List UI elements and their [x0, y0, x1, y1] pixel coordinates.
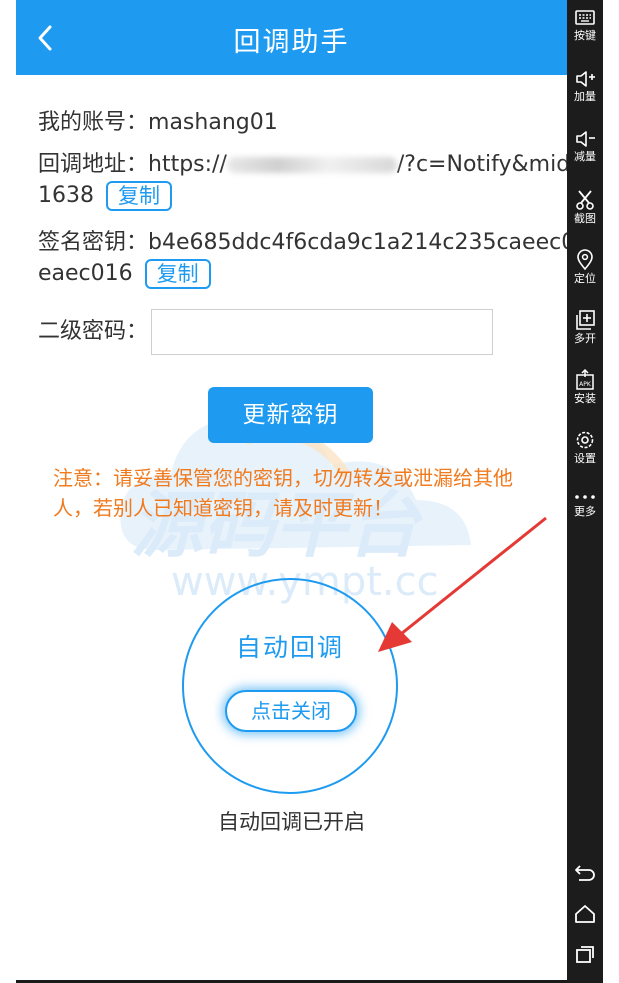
location-icon [577, 249, 593, 271]
callback-url-line1: 回调地址：https:// /?c=Notify&mid= [38, 149, 567, 180]
account-label: 我的账号： [38, 110, 149, 135]
signature-label: 签名密钥： [38, 230, 149, 255]
phone-frame: 回调助手 源码平台 www.ympt.cc 我的账号：mashang01 回调地… [0, 0, 619, 983]
outer-margin-right [603, 0, 619, 983]
callback-prefix: https:// [148, 152, 227, 177]
outer-margin-left [0, 0, 16, 983]
secondary-password-label: 二级密码： [38, 319, 149, 344]
nav-multi-open-label: 多开 [574, 332, 596, 345]
callback-line2: 1638 [38, 183, 94, 208]
system-home-button[interactable] [567, 903, 603, 925]
nav-keyboard-label: 按键 [574, 29, 596, 42]
auto-callback-title: 自动回调 [235, 633, 344, 662]
notice-text: 注意：请妥善保管您的密钥，切勿转发或泄漏给其他人，若别人已知道密钥，请及时更新！ [53, 466, 513, 520]
apk-install-icon: APK [576, 369, 594, 390]
copy-callback-button[interactable]: 复制 [106, 181, 172, 211]
nav-volume-down[interactable]: 减量 [567, 129, 603, 164]
close-auto-callback-button[interactable]: 点击关闭 [225, 690, 357, 732]
recents-icon [576, 946, 594, 963]
redacted-domain [226, 157, 397, 173]
app-screen: 回调助手 源码平台 www.ympt.cc 我的账号：mashang01 回调地… [16, 0, 567, 980]
nav-settings[interactable]: 设置 [567, 429, 603, 466]
callback-url-line2: 1638 复制 [38, 180, 172, 211]
back-icon [575, 865, 595, 881]
nav-multi-open[interactable]: 多开 [567, 309, 603, 346]
nav-volume-up-label: 加量 [574, 90, 596, 103]
auto-callback-panel: 自动回调 点击关闭 [182, 578, 398, 794]
copy-signature-button[interactable]: 复制 [144, 259, 211, 289]
signature-line2-value: eaec016 [38, 261, 133, 286]
nav-keyboard[interactable]: 按键 [567, 8, 603, 43]
account-value: mashang01 [148, 110, 278, 135]
nav-volume-down-label: 减量 [574, 150, 596, 163]
emulator-sidebar: 按键 加量 减量 截图 定位 多开 APK 安装 设置 更多 [567, 0, 603, 983]
nav-install-label: 安装 [574, 392, 596, 405]
secondary-password-input[interactable] [151, 309, 493, 355]
scissors-icon [576, 190, 594, 210]
nav-screenshot-label: 截图 [574, 212, 596, 225]
system-recents-button[interactable] [567, 943, 603, 965]
nav-more-label: 更多 [574, 505, 596, 518]
nav-screenshot[interactable]: 截图 [567, 189, 603, 226]
page-title: 回调助手 [233, 27, 350, 58]
nav-more[interactable]: 更多 [567, 490, 603, 519]
update-key-button[interactable]: 更新密钥 [208, 387, 373, 443]
signature-line1: 签名密钥：b4e685ddc4f6cda9c1a214c235caeec03 [38, 227, 567, 258]
signature-value: b4e685ddc4f6cda9c1a214c235caeec03 [148, 230, 567, 255]
auto-callback-status: 自动回调已开启 [218, 810, 365, 834]
nav-install[interactable]: APK 安装 [567, 369, 603, 406]
callback-label: 回调地址： [38, 152, 149, 177]
home-icon [575, 905, 595, 923]
multi-window-icon [576, 310, 595, 330]
keyboard-icon [575, 10, 595, 25]
nav-location-label: 定位 [574, 272, 596, 285]
signature-line2: eaec016 复制 [38, 258, 211, 289]
account-row: 我的账号：mashang01 [38, 107, 278, 138]
volume-down-icon [576, 131, 595, 147]
gear-icon [576, 431, 594, 449]
callback-suffix: /?c=Notify&mid= [396, 152, 567, 177]
svg-text:APK: APK [579, 381, 592, 388]
nav-settings-label: 设置 [574, 452, 596, 465]
more-icon [575, 495, 595, 499]
nav-location[interactable]: 定位 [567, 249, 603, 286]
system-back-button[interactable] [567, 862, 603, 884]
nav-volume-up[interactable]: 加量 [567, 69, 603, 104]
volume-up-icon [576, 71, 595, 87]
title-bar: 回调助手 [16, 0, 567, 75]
